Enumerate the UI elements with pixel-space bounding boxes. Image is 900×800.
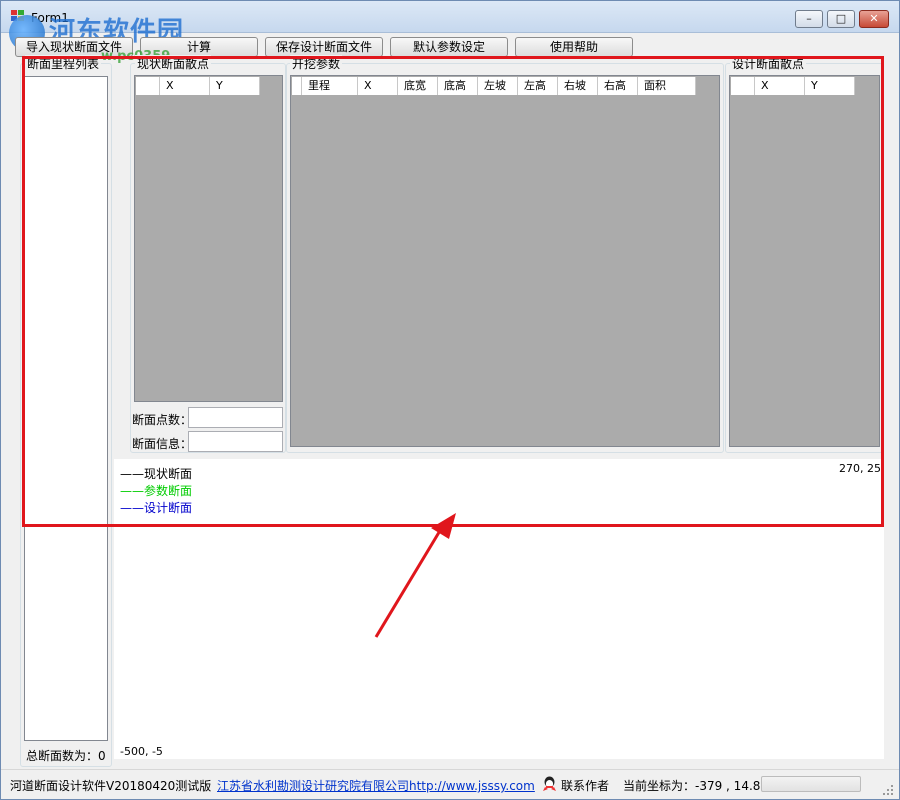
column-header-y[interactable]: Y <box>210 77 260 95</box>
save-design-button[interactable]: 保存设计断面文件 <box>265 37 383 57</box>
excavation-params-label: 开挖参数 <box>290 55 343 72</box>
point-count-field[interactable] <box>188 407 283 428</box>
qq-contact-icon[interactable] <box>542 776 557 792</box>
design-points-label: 设计断面散点 <box>730 55 807 72</box>
mileage-listbox[interactable] <box>24 76 108 741</box>
section-drawing-canvas[interactable]: ——现状断面 ——参数断面 ——设计断面 270, 25 -500, -5 <box>114 459 884 759</box>
column-header-y[interactable]: Y <box>805 77 855 95</box>
column-header-right-slope[interactable]: 右坡 <box>558 77 598 95</box>
column-header-area[interactable]: 面积 <box>638 77 696 95</box>
status-progress-bar <box>761 776 861 792</box>
current-grid-header: X Y <box>136 77 260 95</box>
column-header-x[interactable]: X <box>160 77 210 95</box>
point-count-label: 断面点数： <box>132 413 193 427</box>
legend-current-section: ——现状断面 <box>120 467 193 481</box>
version-text: 河道断面设计软件V20180420测试版 <box>10 779 212 793</box>
current-points-grid[interactable]: X Y <box>134 75 283 402</box>
column-header-x[interactable]: X <box>755 77 805 95</box>
status-bar: 河道断面设计软件V20180420测试版 江苏省水利勘测设计研究院有限公司htt… <box>1 769 899 799</box>
column-header-left-slope[interactable]: 左坡 <box>478 77 518 95</box>
grid-row-header <box>136 77 160 95</box>
current-coords-text: 当前坐标为：-379 , 14.8 <box>623 779 761 793</box>
maximize-button[interactable]: □ <box>827 10 855 28</box>
grid-row-header <box>292 77 302 95</box>
canvas-bottom-left-coord: -500, -5 <box>120 745 163 758</box>
contact-author-link[interactable]: 联系作者 <box>561 777 609 794</box>
help-button[interactable]: 使用帮助 <box>515 37 633 57</box>
excavation-grid-header: 里程 X 底宽 底高 左坡 左高 右坡 右高 面积 <box>292 77 696 95</box>
column-header-bottom-height[interactable]: 底高 <box>438 77 478 95</box>
column-header-mileage[interactable]: 里程 <box>302 77 358 95</box>
company-link[interactable]: 江苏省水利勘测设计研究院有限公司http://www.jsssy.com <box>217 777 535 794</box>
column-header-bottom-width[interactable]: 底宽 <box>398 77 438 95</box>
column-header-x[interactable]: X <box>358 77 398 95</box>
design-points-grid[interactable]: X Y <box>729 75 880 447</box>
resize-grip-icon[interactable] <box>883 785 893 795</box>
minimize-button[interactable]: – <box>795 10 823 28</box>
maximize-icon: □ <box>835 12 847 25</box>
canvas-top-right-coord: 270, 25 <box>839 462 881 475</box>
excavation-grid[interactable]: 里程 X 底宽 底高 左坡 左高 右坡 右高 面积 <box>290 75 720 447</box>
design-grid-header: X Y <box>731 77 855 95</box>
title-bar: Form1 河东软件园 – □ ✕ <box>1 1 899 51</box>
default-params-button[interactable]: 默认参数设定 <box>390 37 508 57</box>
minimize-icon: – <box>806 12 812 25</box>
section-info-field[interactable] <box>188 431 283 452</box>
close-icon: ✕ <box>869 12 879 25</box>
legend-design-section: ——设计断面 <box>120 501 193 515</box>
mileage-list-label: 断面里程列表 <box>25 55 102 72</box>
main-window: Form1 河东软件园 – □ ✕ 导入现状断面文件 计算 保存设计断面文件 默… <box>0 0 900 800</box>
grid-row-header <box>731 77 755 95</box>
legend-param-section: ——参数断面 <box>120 484 193 498</box>
current-points-label: 现状断面散点 <box>135 55 212 72</box>
column-header-right-height[interactable]: 右高 <box>598 77 638 95</box>
close-button[interactable]: ✕ <box>859 10 889 28</box>
section-info-label: 断面信息： <box>132 437 193 451</box>
total-section-count: 总断面数为：0 <box>26 749 106 763</box>
column-header-left-height[interactable]: 左高 <box>518 77 558 95</box>
